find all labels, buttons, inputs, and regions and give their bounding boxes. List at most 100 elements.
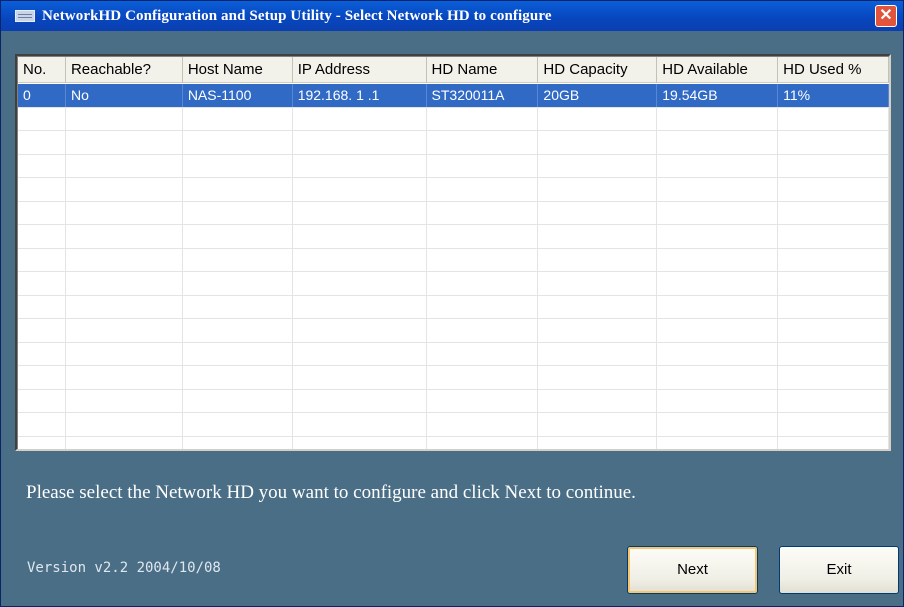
empty-grid-cell [778, 248, 889, 271]
cell-hd-name: ST320011A [427, 84, 539, 107]
empty-grid-cell [293, 319, 427, 342]
column-header-hd-capacity[interactable]: HD Capacity [538, 57, 658, 83]
empty-grid-cell [66, 272, 183, 295]
table-row[interactable]: 0 No NAS-1100 192.168. 1 .1 ST320011A 20… [18, 84, 889, 108]
empty-grid-cell [427, 436, 539, 449]
empty-grid-cell [183, 154, 293, 177]
empty-grid-cell [538, 178, 658, 201]
empty-grid-cell [657, 225, 779, 248]
empty-grid-row [18, 319, 889, 343]
empty-grid-cell [657, 107, 779, 130]
empty-grid-cell [66, 436, 183, 449]
empty-grid-row [18, 248, 889, 272]
empty-grid-cell [293, 178, 427, 201]
empty-grid-cell [18, 319, 66, 342]
list-body: 0 No NAS-1100 192.168. 1 .1 ST320011A 20… [18, 84, 889, 449]
empty-grid-cell [66, 107, 183, 130]
cell-hd-available: 19.54GB [657, 84, 779, 107]
column-header-hd-available[interactable]: HD Available [657, 57, 779, 83]
empty-grid-row [18, 436, 889, 449]
empty-grid-cell [183, 131, 293, 154]
empty-grid-cell [427, 342, 539, 365]
empty-grid-cell [538, 342, 658, 365]
empty-grid-cell [778, 225, 889, 248]
empty-grid-cell [427, 248, 539, 271]
empty-grid-cell [778, 178, 889, 201]
empty-grid-row [18, 131, 889, 155]
empty-grid-cell [657, 366, 779, 389]
empty-grid-cell [18, 131, 66, 154]
empty-grid-cell [18, 272, 66, 295]
cell-hd-used: 11% [778, 84, 889, 107]
close-icon: ✕ [879, 7, 893, 24]
column-header-hd-used[interactable]: HD Used % [778, 57, 889, 83]
cell-no: 0 [18, 84, 66, 107]
empty-grid-cell [427, 319, 539, 342]
exit-button[interactable]: Exit [779, 546, 899, 594]
empty-grid-cell [657, 389, 779, 412]
column-header-no[interactable]: No. [18, 57, 66, 83]
cell-reachable: No [66, 84, 183, 107]
empty-grid-cell [427, 201, 539, 224]
empty-grid-cell [778, 107, 889, 130]
empty-grid-cell [183, 295, 293, 318]
empty-grid-cell [183, 389, 293, 412]
empty-grid-row [18, 225, 889, 249]
column-header-hd-name[interactable]: HD Name [427, 57, 539, 83]
empty-grid-cell [538, 154, 658, 177]
title-bar[interactable]: NetworkHD Configuration and Setup Utilit… [1, 1, 903, 31]
empty-grid-cell [427, 413, 539, 436]
empty-grid-cell [66, 295, 183, 318]
empty-grid-cell [293, 389, 427, 412]
column-header-host-name[interactable]: Host Name [183, 57, 293, 83]
empty-grid-cell [18, 413, 66, 436]
empty-grid-cell [538, 225, 658, 248]
empty-grid-cell [293, 295, 427, 318]
empty-grid-cell [18, 366, 66, 389]
empty-grid-cell [293, 225, 427, 248]
empty-grid-row [18, 389, 889, 413]
empty-grid-cell [538, 201, 658, 224]
empty-grid-cell [18, 178, 66, 201]
empty-grid-cell [657, 413, 779, 436]
empty-grid-row [18, 201, 889, 225]
empty-grid-cell [66, 225, 183, 248]
window-title: NetworkHD Configuration and Setup Utilit… [42, 7, 552, 24]
empty-grid-cell [18, 248, 66, 271]
empty-grid-cell [538, 436, 658, 449]
empty-grid-cell [657, 131, 779, 154]
empty-grid-cell [778, 436, 889, 449]
empty-grid-cell [538, 413, 658, 436]
empty-grid-cell [778, 272, 889, 295]
app-window: NetworkHD Configuration and Setup Utilit… [0, 0, 904, 607]
empty-grid-cell [657, 248, 779, 271]
list-header: No. Reachable? Host Name IP Address HD N… [18, 57, 889, 83]
close-button[interactable]: ✕ [875, 5, 897, 27]
empty-grid-cell [657, 201, 779, 224]
column-header-ip-address[interactable]: IP Address [293, 57, 427, 83]
empty-grid-cell [183, 248, 293, 271]
column-header-reachable[interactable]: Reachable? [66, 57, 183, 83]
empty-grid-cell [18, 107, 66, 130]
list-frame: No. Reachable? Host Name IP Address HD N… [17, 56, 889, 449]
empty-grid-cell [538, 366, 658, 389]
empty-grid-cell [657, 295, 779, 318]
empty-grid-cell [293, 201, 427, 224]
empty-grid-cell [657, 436, 779, 449]
empty-grid-row [18, 272, 889, 296]
cell-ip-address: 192.168. 1 .1 [293, 84, 427, 107]
network-hd-list[interactable]: No. Reachable? Host Name IP Address HD N… [15, 54, 891, 451]
empty-grid-cell [538, 319, 658, 342]
empty-grid-cell [183, 413, 293, 436]
empty-grid-cell [657, 319, 779, 342]
next-button[interactable]: Next [627, 546, 758, 594]
empty-grid-cell [427, 366, 539, 389]
empty-grid-cell [657, 272, 779, 295]
empty-grid-cell [778, 131, 889, 154]
empty-grid-cell [427, 178, 539, 201]
empty-grid-cell [183, 225, 293, 248]
empty-grid-cell [66, 154, 183, 177]
empty-grid-cell [538, 272, 658, 295]
empty-grid-cell [538, 131, 658, 154]
version-label: Version v2.2 2004/10/08 [27, 560, 221, 576]
